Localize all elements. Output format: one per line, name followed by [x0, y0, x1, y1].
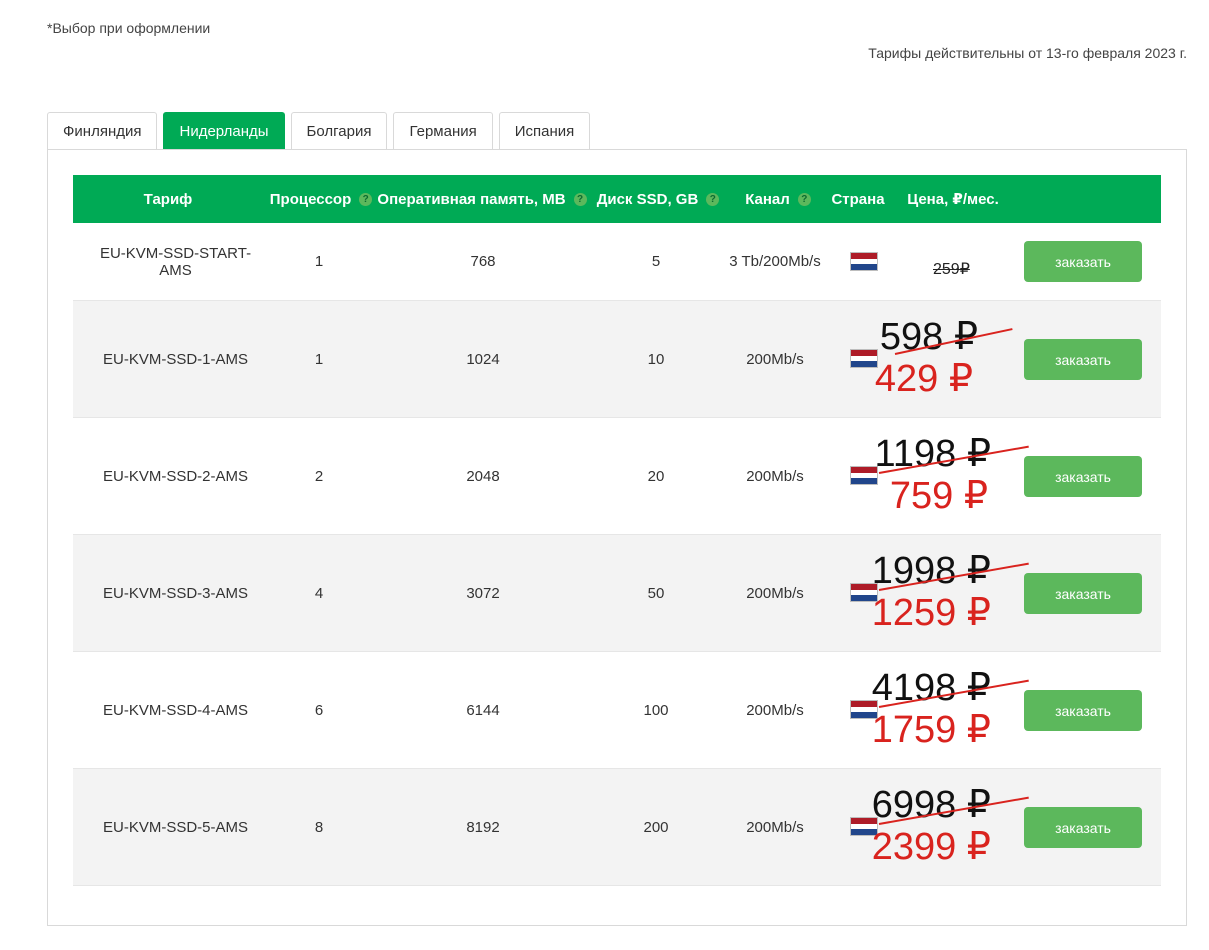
help-icon[interactable]: ?: [359, 192, 373, 206]
old-price: 259₽: [933, 261, 970, 278]
tariff-name: EU-KVM-SSD-4-AMS: [102, 701, 248, 719]
disk-value: 20: [647, 467, 665, 485]
discount-price: 1259 ₽: [871, 592, 991, 634]
order-button[interactable]: заказать: [1024, 807, 1142, 848]
header-tariff: Тариф: [143, 190, 193, 208]
table-row: EU-KVM-SSD-3-AMS 4 3072 50 200Mb/s 1998 …: [73, 535, 1161, 652]
cpu-value: 4: [314, 584, 324, 602]
tariff-panel: Тариф Процессор? Оперативная память, MB?…: [47, 149, 1187, 926]
netherlands-flag-icon: [850, 252, 878, 271]
channel-value: 200Mb/s: [746, 818, 804, 836]
order-button[interactable]: заказать: [1024, 339, 1142, 380]
tariff-name: EU-KVM-SSD-5-AMS: [102, 818, 248, 836]
tariff-name: EU-KVM-SSD-3-AMS: [102, 584, 248, 602]
tab-germany[interactable]: Германия: [393, 112, 493, 150]
discount-price: 2399 ₽: [871, 826, 991, 868]
header-country: Страна: [831, 190, 885, 208]
tariff-name: EU-KVM-SSD-2-AMS: [102, 467, 248, 485]
table-row: EU-KVM-SSD-4-AMS 6 6144 100 200Mb/s 4198…: [73, 652, 1161, 769]
disk-value: 200: [643, 818, 669, 836]
disk-value: 100: [643, 701, 669, 719]
table-header: Тариф Процессор? Оперативная память, MB?…: [73, 175, 1161, 223]
ram-value: 3072: [466, 584, 500, 602]
channel-value: 200Mb/s: [746, 584, 804, 602]
table-row: EU-KVM-SSD-2-AMS 2 2048 20 200Mb/s 1198 …: [73, 418, 1161, 535]
tariff-name: EU-KVM-SSD-1-AMS: [102, 350, 248, 368]
channel-value: 3 Tb/200Mb/s: [729, 253, 821, 270]
tab-bulgaria[interactable]: Болгария: [290, 112, 388, 150]
order-button[interactable]: заказать: [1024, 456, 1142, 497]
cpu-value: 1: [314, 350, 324, 368]
ram-value: 8192: [466, 818, 500, 836]
order-button[interactable]: заказать: [1024, 241, 1142, 282]
ram-value: 6144: [466, 701, 500, 719]
old-price: 1198 ₽: [874, 433, 991, 475]
discount-price: 1759 ₽: [871, 709, 991, 751]
tab-finland[interactable]: Финляндия: [47, 112, 158, 150]
disk-value: 5: [651, 253, 661, 270]
ram-value: 2048: [466, 467, 500, 485]
help-icon[interactable]: ?: [706, 192, 720, 206]
disk-value: 50: [647, 584, 665, 602]
table-row: EU-KVM-SSD-START-AMS 1 768 5 3 Tb/200Mb/…: [73, 223, 1161, 301]
price-block: 1198 ₽ 759 ₽: [843, 418, 1029, 535]
old-price: 598 ₽: [879, 316, 978, 358]
tariff-name: EU-KVM-SSD-START-AMS: [99, 244, 252, 279]
old-price: 6998 ₽: [871, 784, 991, 826]
tab-netherlands[interactable]: Нидерланды: [163, 112, 285, 150]
ram-value: 1024: [466, 350, 500, 368]
channel-value: 200Mb/s: [746, 350, 804, 368]
cpu-value: 6: [314, 701, 324, 719]
channel-value: 200Mb/s: [746, 701, 804, 719]
order-button[interactable]: заказать: [1024, 573, 1142, 614]
price-block: 4198 ₽ 1759 ₽: [843, 652, 1029, 769]
table-row: EU-KVM-SSD-5-AMS 8 8192 200 200Mb/s 6998…: [73, 769, 1161, 886]
header-price: Цена, ₽/мес.: [907, 191, 999, 208]
discount-price: 759 ₽: [889, 475, 988, 517]
header-cpu: Процессор?: [266, 175, 376, 223]
cpu-value: 8: [314, 818, 324, 836]
tariff-table: Тариф Процессор? Оперативная память, MB?…: [73, 175, 1161, 886]
order-button[interactable]: заказать: [1024, 690, 1142, 731]
old-price: 4198 ₽: [871, 667, 991, 709]
ram-value: 768: [470, 253, 496, 270]
price-block: 1998 ₽ 1259 ₽: [843, 535, 1029, 652]
price-block: 6998 ₽ 2399 ₽: [843, 769, 1029, 886]
country-tabs: Финляндия Нидерланды Болгария Германия И…: [47, 112, 591, 150]
footnote: *Выбор при оформлении: [47, 20, 211, 36]
tab-spain[interactable]: Испания: [498, 112, 591, 150]
tariffs-valid-date: Тарифы действительны от 13-го февраля 20…: [868, 45, 1187, 61]
table-row: EU-KVM-SSD-1-AMS 1 1024 10 200Mb/s 598 ₽…: [73, 301, 1161, 418]
header-disk: Диск SSD, GB?: [593, 175, 723, 223]
help-icon[interactable]: ?: [573, 192, 587, 206]
header-channel: Канал?: [733, 175, 823, 223]
cpu-value: 2: [314, 467, 324, 485]
cpu-value: 1: [314, 253, 324, 270]
header-ram: Оперативная память, MB?: [377, 175, 587, 223]
help-icon[interactable]: ?: [797, 192, 811, 206]
channel-value: 200Mb/s: [746, 467, 804, 485]
old-price: 1998 ₽: [871, 550, 991, 592]
price-block: 598 ₽ 429 ₽: [843, 301, 1013, 418]
disk-value: 10: [647, 350, 665, 368]
discount-price: 429 ₽: [874, 358, 973, 400]
